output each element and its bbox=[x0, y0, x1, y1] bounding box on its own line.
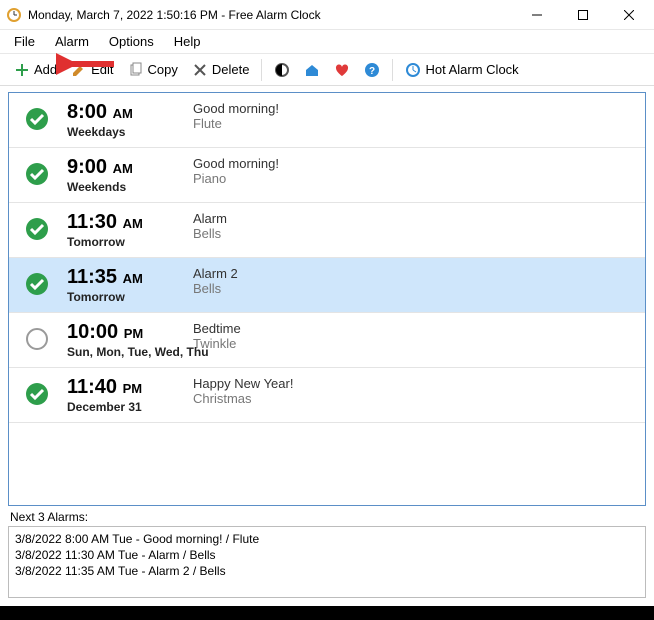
menubar: File Alarm Options Help bbox=[0, 30, 654, 54]
check-circle-icon[interactable] bbox=[25, 107, 49, 131]
alarm-row[interactable]: 11:30 AMTomorrow AlarmBells bbox=[9, 203, 645, 258]
alarm-message: Alarm bbox=[193, 211, 635, 226]
edit-button[interactable]: Edit bbox=[65, 60, 119, 80]
alarm-time: 10:00 PM bbox=[67, 321, 175, 345]
alarm-list[interactable]: 8:00 AMWeekdaysGood morning!Flute9:00 AM… bbox=[8, 92, 646, 506]
alarm-time-col: 8:00 AMWeekdays bbox=[67, 101, 175, 139]
alarm-sound: Twinkle bbox=[193, 336, 635, 351]
app-icon bbox=[6, 7, 22, 23]
alarm-message: Happy New Year! bbox=[193, 376, 635, 391]
alarm-info-col: Happy New Year!Christmas bbox=[193, 376, 635, 406]
add-button[interactable]: Add bbox=[8, 60, 63, 80]
alarm-info-col: Good morning!Piano bbox=[193, 156, 635, 186]
maximize-button[interactable] bbox=[560, 0, 606, 30]
alarm-day: Weekends bbox=[67, 180, 175, 194]
alarm-row[interactable]: 11:35 AMTomorrow Alarm 2Bells bbox=[9, 258, 645, 313]
alarm-time: 9:00 AM bbox=[67, 156, 175, 180]
bottom-bar bbox=[0, 606, 654, 620]
alarm-time: 11:35 AM bbox=[67, 266, 175, 290]
content-area: 8:00 AMWeekdaysGood morning!Flute9:00 AM… bbox=[0, 86, 654, 606]
next-alarm-item: 3/8/2022 11:30 AM Tue - Alarm / Bells bbox=[15, 547, 639, 563]
alarm-row[interactable]: 10:00 PMSun, Mon, Tue, Wed, Thu BedtimeTw… bbox=[9, 313, 645, 368]
alarm-info-col: BedtimeTwinkle bbox=[193, 321, 635, 351]
heart-icon bbox=[334, 62, 350, 78]
plus-icon bbox=[14, 62, 30, 78]
x-icon bbox=[192, 62, 208, 78]
home-icon bbox=[304, 62, 320, 78]
alarm-sound: Piano bbox=[193, 171, 635, 186]
alarm-message: Good morning! bbox=[193, 156, 635, 171]
alarm-time-col: 9:00 AMWeekends bbox=[67, 156, 175, 194]
pencil-icon bbox=[71, 62, 87, 78]
alarm-time: 11:40 PM bbox=[67, 376, 175, 400]
menu-file[interactable]: File bbox=[4, 32, 45, 51]
window-controls bbox=[514, 0, 652, 30]
empty-circle-icon[interactable] bbox=[25, 327, 49, 351]
alarm-sound: Bells bbox=[193, 226, 635, 241]
alarm-time-col: 11:30 AMTomorrow bbox=[67, 211, 175, 249]
alarm-time-col: 11:40 PMDecember 31 bbox=[67, 376, 175, 414]
menu-help[interactable]: Help bbox=[164, 32, 211, 51]
alarm-info-col: Alarm 2Bells bbox=[193, 266, 635, 296]
alarm-row[interactable]: 8:00 AMWeekdays Good morning!Flute bbox=[9, 93, 645, 148]
question-icon: ? bbox=[364, 62, 380, 78]
next-alarm-item: 3/8/2022 11:35 AM Tue - Alarm 2 / Bells bbox=[15, 563, 639, 579]
check-circle-icon[interactable] bbox=[25, 162, 49, 186]
copy-button[interactable]: Copy bbox=[122, 60, 184, 80]
alarm-row[interactable]: 9:00 AMWeekends Good morning!Piano bbox=[9, 148, 645, 203]
window-title: Monday, March 7, 2022 1:50:16 PM - Free … bbox=[28, 8, 514, 22]
clock-icon bbox=[405, 62, 421, 78]
toolbar: Add Edit Copy Delete ? Hot Alar bbox=[0, 54, 654, 86]
alarm-message: Bedtime bbox=[193, 321, 635, 336]
alarm-sound: Flute bbox=[193, 116, 635, 131]
alarm-info-col: Good morning!Flute bbox=[193, 101, 635, 131]
alarm-time: 11:30 AM bbox=[67, 211, 175, 235]
separator bbox=[261, 59, 262, 81]
alarm-sound: Bells bbox=[193, 281, 635, 296]
alarm-time-col: 10:00 PMSun, Mon, Tue, Wed, Thu bbox=[67, 321, 175, 359]
alarm-info-col: AlarmBells bbox=[193, 211, 635, 241]
svg-text:?: ? bbox=[369, 66, 375, 77]
home-button[interactable] bbox=[298, 60, 326, 80]
theme-button[interactable] bbox=[268, 60, 296, 80]
titlebar: Monday, March 7, 2022 1:50:16 PM - Free … bbox=[0, 0, 654, 30]
alarm-row[interactable]: 11:40 PMDecember 31 Happy New Year!Christ… bbox=[9, 368, 645, 423]
app-window: Monday, March 7, 2022 1:50:16 PM - Free … bbox=[0, 0, 654, 620]
copy-icon bbox=[128, 62, 144, 78]
alarm-day: Sun, Mon, Tue, Wed, Thu bbox=[67, 345, 175, 359]
minimize-button[interactable] bbox=[514, 0, 560, 30]
add-label: Add bbox=[34, 62, 57, 77]
next-alarm-item: 3/8/2022 8:00 AM Tue - Good morning! / F… bbox=[15, 531, 639, 547]
alarm-message: Alarm 2 bbox=[193, 266, 635, 281]
copy-label: Copy bbox=[148, 62, 178, 77]
check-circle-icon[interactable] bbox=[25, 217, 49, 241]
alarm-day: Weekdays bbox=[67, 125, 175, 139]
alarm-day: Tomorrow bbox=[67, 235, 175, 249]
favorite-button[interactable] bbox=[328, 60, 356, 80]
alarm-day: December 31 bbox=[67, 400, 175, 414]
menu-options[interactable]: Options bbox=[99, 32, 164, 51]
contrast-icon bbox=[274, 62, 290, 78]
menu-alarm[interactable]: Alarm bbox=[45, 32, 99, 51]
next-alarms-box: 3/8/2022 8:00 AM Tue - Good morning! / F… bbox=[8, 526, 646, 598]
alarm-time: 8:00 AM bbox=[67, 101, 175, 125]
alarm-message: Good morning! bbox=[193, 101, 635, 116]
alarm-day: Tomorrow bbox=[67, 290, 175, 304]
delete-button[interactable]: Delete bbox=[186, 60, 256, 80]
hot-alarm-clock-link[interactable]: Hot Alarm Clock bbox=[399, 60, 524, 80]
close-button[interactable] bbox=[606, 0, 652, 30]
separator bbox=[392, 59, 393, 81]
check-circle-icon[interactable] bbox=[25, 272, 49, 296]
check-circle-icon[interactable] bbox=[25, 382, 49, 406]
edit-label: Edit bbox=[91, 62, 113, 77]
hot-label: Hot Alarm Clock bbox=[425, 62, 518, 77]
next-alarms-label: Next 3 Alarms: bbox=[8, 506, 646, 526]
help-button[interactable]: ? bbox=[358, 60, 386, 80]
alarm-sound: Christmas bbox=[193, 391, 635, 406]
alarm-time-col: 11:35 AMTomorrow bbox=[67, 266, 175, 304]
delete-label: Delete bbox=[212, 62, 250, 77]
